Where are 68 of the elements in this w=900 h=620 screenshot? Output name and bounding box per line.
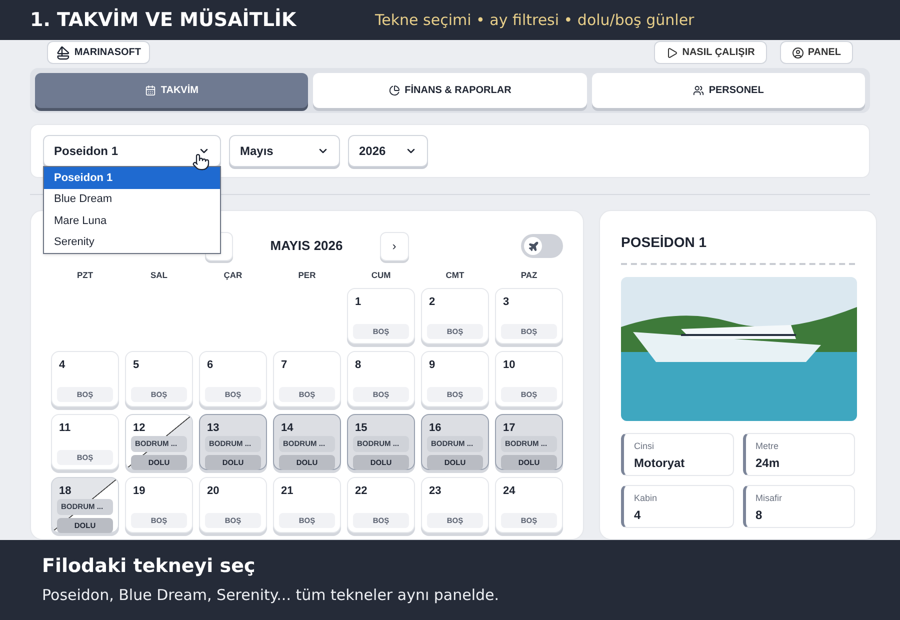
pie-chart-icon — [388, 85, 400, 96]
calendar-icon — [144, 85, 156, 96]
year-select[interactable]: 2026 — [348, 135, 428, 167]
day-number: 21 — [280, 484, 294, 499]
day-number: 22 — [354, 484, 368, 499]
day-number: 23 — [428, 484, 442, 499]
weekday-label: SAL — [150, 269, 168, 282]
weekday-label: CUM — [370, 269, 392, 282]
dropdown-option[interactable]: Blue Dream — [44, 188, 220, 210]
spec-label: Kabin — [634, 492, 658, 505]
user-circle-icon — [792, 46, 804, 58]
logo-text: MARINASOFT — [74, 46, 141, 60]
next-month-button[interactable]: › — [380, 232, 409, 260]
caption-title: Filodaki tekneyi seç — [42, 554, 256, 579]
day-number: 3 — [502, 294, 510, 310]
month-title: MAYIS 2026 — [270, 237, 343, 256]
day-number: 19 — [132, 484, 146, 499]
boat-select[interactable]: Poseidon 1 — [43, 135, 221, 167]
day-number: 8 — [354, 358, 362, 373]
dropdown-option[interactable]: Poseidon 1 — [44, 167, 220, 188]
day-number: 7 — [280, 358, 288, 373]
header-button[interactable]: PANEL — [780, 41, 853, 64]
day-number: 17 — [502, 420, 516, 436]
dropdown-option[interactable]: Serenity — [44, 232, 220, 253]
day-number: 14 — [280, 420, 294, 436]
spec-label: Metre — [756, 440, 780, 453]
day-number: 24 — [502, 484, 516, 499]
caption-text: Poseidon, Blue Dream, Serenity... tüm tekneler aynı panelde. — [42, 584, 500, 606]
day-number: 10 — [502, 358, 516, 373]
day-number: 13 — [206, 420, 220, 436]
day-number: 15 — [354, 420, 368, 436]
day-number: 16 — [428, 420, 442, 436]
boat-title: POSEİDON 1 — [621, 233, 708, 252]
header-button[interactable]: NASIL ÇALIŞIR — [654, 41, 767, 64]
spec-label: Misafir — [756, 492, 783, 505]
day-number: 12 — [132, 420, 146, 436]
day-number: 9 — [428, 358, 436, 373]
tab[interactable]: PERSONEL — [592, 73, 865, 108]
dropdown-option[interactable]: Mare Luna — [44, 210, 220, 232]
spec-value: 24m — [756, 454, 781, 472]
weekday-label: PZT — [76, 269, 94, 282]
sailboat-icon — [56, 44, 70, 60]
play-icon — [666, 46, 678, 58]
weekday-label: PAZ — [520, 269, 538, 282]
step-title: 1. TAKVİM VE MÜSAİTLİK — [30, 7, 298, 33]
spec-value: Motoryat — [634, 454, 686, 472]
spec-value: 8 — [756, 506, 764, 524]
day-number: 11 — [58, 420, 72, 436]
day-number: 2 — [428, 294, 436, 310]
logo-button[interactable]: MARINASOFT — [47, 41, 150, 64]
day-number: 18 — [58, 484, 72, 499]
day-number: 4 — [58, 358, 66, 373]
spec-label: Cinsi — [634, 440, 656, 453]
weekday-label: CMT — [444, 269, 466, 282]
day-number: 6 — [206, 358, 214, 373]
toggle-switch[interactable] — [521, 234, 563, 258]
plane-icon — [528, 240, 538, 252]
day-number: 20 — [206, 484, 220, 499]
weekday-label: ÇAR — [222, 269, 244, 282]
step-hint: Tekne seçimi • ay filtresi • dolu/boş günler — [375, 10, 694, 31]
day-number: 5 — [132, 358, 140, 373]
day-number: 1 — [354, 294, 362, 310]
tab[interactable]: TAKVİM — [35, 73, 308, 108]
users-icon — [692, 85, 704, 96]
month-select[interactable]: Mayıs — [229, 135, 340, 167]
tab[interactable]: FİNANS & RAPORLAR — [313, 73, 587, 108]
weekday-label: PER — [297, 269, 317, 282]
spec-value: 4 — [634, 506, 642, 524]
